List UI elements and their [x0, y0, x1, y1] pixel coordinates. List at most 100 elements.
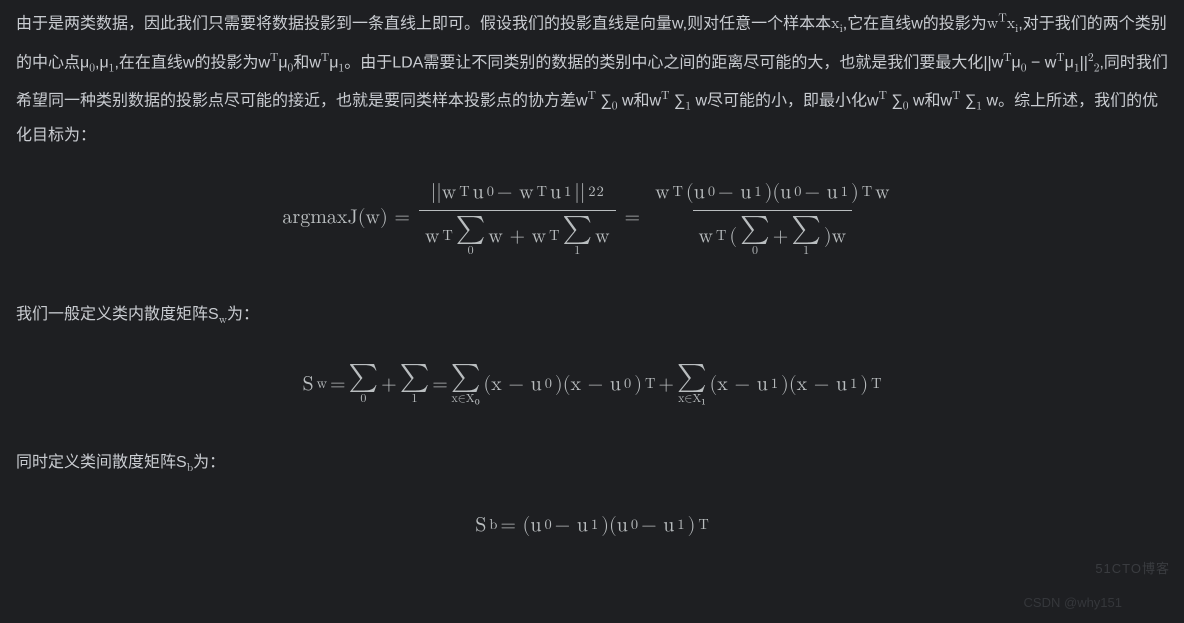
text: ∑ — [669, 92, 685, 109]
t: u — [550, 178, 561, 206]
equals: = — [330, 370, 346, 398]
text: w和w — [909, 92, 953, 109]
t: (x − u — [483, 370, 541, 398]
sub-1: 1 — [591, 511, 598, 539]
t: − u — [641, 511, 674, 539]
sub: 1 — [411, 393, 417, 405]
sigma: ∑ — [740, 215, 770, 243]
sum-icon: ∑0 — [740, 215, 770, 257]
sub-1: 1 — [564, 178, 571, 206]
paragraph-2: 我们一般定义类内散度矩阵Sw为： — [16, 301, 1168, 335]
sup-T: T — [879, 91, 887, 102]
sup-T: T — [998, 14, 1006, 25]
sub-b: b — [489, 511, 497, 539]
t: − u — [718, 178, 751, 206]
t: w — [595, 222, 609, 250]
sup-2: 2 — [588, 178, 595, 206]
sub-2: 2 — [597, 178, 604, 206]
equation-Sb: Sb = (u0 − u1)(u0 − u1)T — [16, 511, 1168, 539]
sup-T: T — [698, 511, 708, 539]
sum-icon: ∑ x∈X₀ — [451, 363, 481, 405]
t: − u — [555, 511, 588, 539]
paragraph-3: 同时定义类间散度矩阵Sb为： — [16, 449, 1168, 483]
sup-T: T — [645, 370, 655, 398]
sub-0: 0 — [794, 178, 801, 206]
sup-T: T — [321, 53, 329, 64]
sup-T: T — [459, 178, 469, 206]
t: ) — [688, 511, 696, 539]
equation-Sw: Sw = ∑0 + ∑1 = ∑x∈X₀ (x − u0)(x − u0)T +… — [16, 363, 1168, 405]
sum-icon: ∑ x∈X₁ — [677, 363, 707, 405]
sub-1: 1 — [850, 370, 857, 398]
t: w — [875, 178, 889, 206]
t: − u — [804, 178, 837, 206]
t: )(u — [601, 511, 628, 539]
t: = (u — [500, 511, 541, 539]
sub: 0 — [360, 393, 366, 405]
numerator: ||wTu0 − wTu1||22 — [425, 178, 610, 210]
text: 为： — [227, 306, 259, 323]
sub-1: 1 — [771, 370, 778, 398]
sup-T: T — [716, 222, 726, 250]
text: ∑ — [887, 92, 903, 109]
eq-lhs: argmaxJ(w) = — [282, 203, 410, 231]
sub-0: 0 — [487, 178, 494, 206]
sub-1: 1 — [841, 178, 848, 206]
sigma: ∑ — [349, 363, 379, 391]
sigma: ∑ — [677, 363, 707, 391]
sup-T: T — [537, 178, 547, 206]
sub-w: w — [317, 370, 327, 398]
sup-T: T — [871, 370, 881, 398]
sup-T: T — [862, 178, 872, 206]
text: ∑ — [596, 92, 612, 109]
sub: 0 — [468, 245, 474, 257]
t: − w — [497, 178, 534, 206]
sup-T: T — [1056, 53, 1064, 64]
sub-0: 0 — [545, 370, 552, 398]
denominator: wT( ∑0 + ∑1 )w — [693, 210, 853, 257]
var-x: x — [1007, 16, 1015, 32]
sub: 1 — [803, 245, 809, 257]
sum-icon: ∑1 — [791, 215, 821, 257]
t: ||w — [431, 178, 457, 206]
text: 。由于LDA需要让不同类别的数据的类别中心之间的距离尽可能的大，也就是我们要最大… — [344, 54, 1003, 71]
text: − w — [1027, 54, 1057, 71]
sum-icon: ∑1 — [562, 215, 592, 257]
sub-0: 0 — [624, 370, 631, 398]
sub-1: 1 — [677, 511, 684, 539]
text: ,μ — [95, 54, 109, 71]
text: ∑ — [960, 92, 976, 109]
text: w和w — [618, 92, 662, 109]
sub: x∈X₁ — [678, 393, 705, 405]
sigma: ∑ — [562, 215, 592, 243]
text: μ — [1065, 54, 1074, 71]
plus: + — [381, 370, 397, 398]
sub: 0 — [752, 245, 758, 257]
t: + — [773, 222, 789, 250]
sub-w: w — [219, 315, 227, 326]
text: ,它在直线w的投影为 — [843, 15, 987, 32]
denominator: wT ∑0 w + wT ∑1 w — [419, 210, 616, 257]
sub: 1 — [574, 245, 580, 257]
sigma: ∑ — [451, 363, 481, 391]
sub-0: 0 — [708, 178, 715, 206]
numerator: wT(u0 − u1)(u0 − u1)Tw — [649, 178, 896, 210]
sum-icon: ∑0 — [456, 215, 486, 257]
sigma: ∑ — [456, 215, 486, 243]
text: ,在在直线w的投影为w — [114, 54, 270, 71]
t: )(u — [765, 178, 792, 206]
fraction-1: ||wTu0 − wTu1||22 wT ∑0 w + wT ∑1 w — [419, 178, 616, 257]
sigma: ∑ — [791, 215, 821, 243]
plus: + — [658, 370, 674, 398]
t: w — [655, 178, 669, 206]
t: (u — [686, 178, 705, 206]
t: )w — [824, 222, 846, 250]
text: 和w — [293, 54, 321, 71]
eq-lhs: S — [302, 370, 313, 398]
t: ) — [860, 370, 868, 398]
sub-1: 1 — [754, 178, 761, 206]
sub: x∈X₀ — [451, 393, 479, 405]
sup-T: T — [549, 222, 559, 250]
text: 由于是两类数据，因此我们只需要将数据投影到一条直线上即可。假设我们的投影直线是向… — [16, 15, 831, 32]
sup-T: T — [673, 178, 683, 206]
